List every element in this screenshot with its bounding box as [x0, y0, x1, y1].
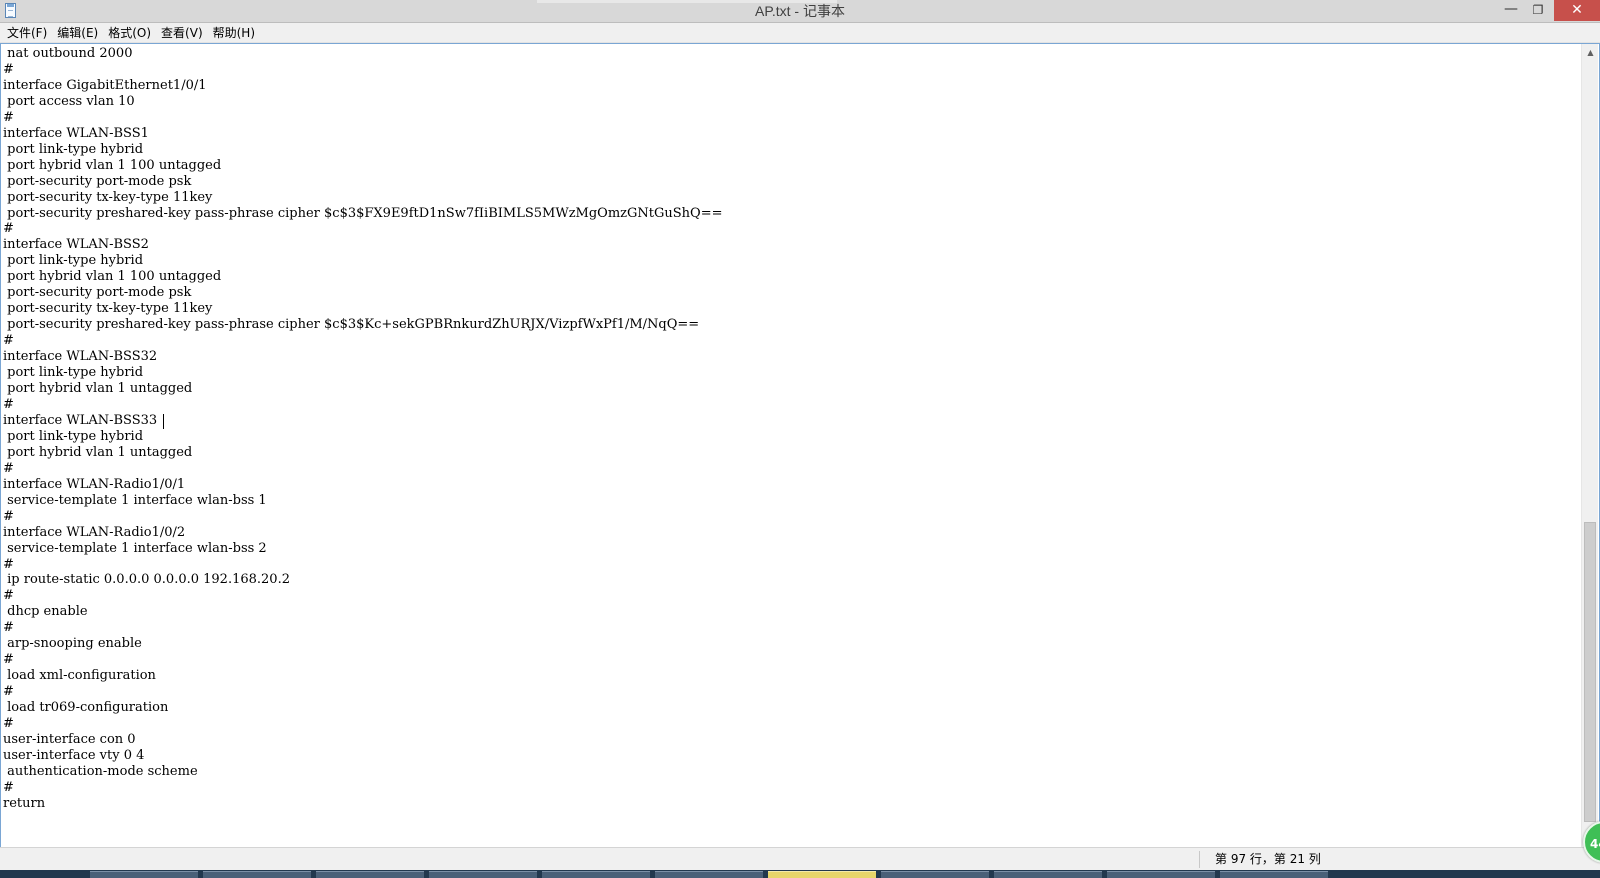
taskbar-button[interactable] [90, 871, 198, 878]
menu-view[interactable]: 查看(V) [156, 23, 208, 43]
title-bar[interactable]: AP.txt - 记事本 — ❐ ✕ [0, 0, 1600, 23]
taskbar-button[interactable] [881, 871, 989, 878]
minimize-button[interactable]: — [1498, 0, 1524, 21]
scroll-up-arrow-icon[interactable]: ▲ [1582, 44, 1599, 61]
window-title: AP.txt - 记事本 [755, 3, 845, 19]
menu-edit[interactable]: 编辑(E) [52, 23, 103, 43]
editor-content[interactable]: nat outbound 2000 # interface GigabitEth… [3, 46, 1575, 812]
scrollbar-thumb[interactable] [1584, 522, 1596, 822]
taskbar-button[interactable] [203, 871, 311, 878]
taskbar-button[interactable] [1220, 871, 1328, 878]
cursor-position: 第 97 行，第 21 列 [1215, 852, 1321, 866]
taskbar-button[interactable] [994, 871, 1102, 878]
menu-file[interactable]: 文件(F) [2, 23, 52, 43]
menu-help[interactable]: 帮助(H) [208, 23, 260, 43]
menu-format[interactable]: 格式(O) [103, 23, 156, 43]
taskbar-button[interactable] [429, 871, 537, 878]
taskbar [0, 870, 1600, 878]
close-button[interactable]: ✕ [1554, 0, 1600, 21]
taskbar-button[interactable] [655, 871, 763, 878]
taskbar-button[interactable] [542, 871, 650, 878]
status-divider [1199, 851, 1200, 868]
taskbar-button-active[interactable] [768, 871, 876, 878]
status-bar: 第 97 行，第 21 列 [0, 847, 1600, 870]
taskbar-button[interactable] [1107, 871, 1215, 878]
text-caret [163, 414, 164, 429]
restore-button[interactable]: ❐ [1524, 0, 1552, 21]
taskbar-button[interactable] [316, 871, 424, 878]
text-editor[interactable]: nat outbound 2000 # interface GigabitEth… [0, 43, 1600, 847]
vertical-scrollbar[interactable]: ▲ ▼ [1581, 44, 1598, 847]
menu-bar: 文件(F) 编辑(E) 格式(O) 查看(V) 帮助(H) [0, 23, 1600, 43]
